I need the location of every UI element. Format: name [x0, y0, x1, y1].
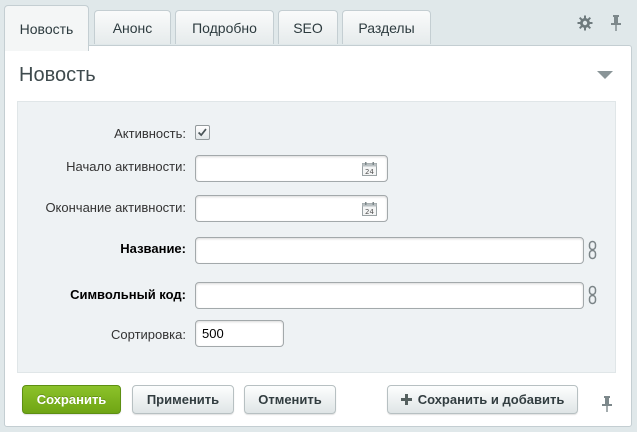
collapse-icon[interactable] — [596, 70, 614, 80]
plus-icon — [400, 394, 412, 405]
svg-text:24: 24 — [365, 208, 374, 216]
calendar-icon[interactable]: 24 — [362, 202, 377, 216]
link-icon[interactable] — [588, 240, 597, 260]
active-from-label: Начало активности: — [66, 159, 186, 174]
svg-text:24: 24 — [365, 168, 374, 176]
tab-label: Новость — [19, 20, 74, 37]
tab-details[interactable]: Подробно — [175, 10, 274, 44]
pin-icon[interactable] — [601, 395, 613, 413]
pin-icon[interactable] — [609, 14, 623, 32]
tab-sections[interactable]: Разделы — [342, 10, 431, 44]
section-title: Новость — [19, 64, 96, 86]
tab-label: SEO — [293, 19, 323, 36]
gear-icon[interactable] — [577, 15, 593, 31]
active-from-field[interactable] — [195, 155, 388, 182]
tab-seo[interactable]: SEO — [278, 10, 338, 44]
active-label: Активность: — [114, 126, 186, 141]
sort-label: Сортировка: — [111, 327, 186, 342]
code-label: Символьный код: — [70, 287, 186, 302]
tab-label: Анонс — [112, 19, 153, 36]
tab-label: Подробно — [192, 19, 257, 36]
name-field[interactable] — [195, 237, 584, 264]
active-to-field[interactable] — [195, 195, 388, 222]
active-checkbox[interactable] — [195, 125, 210, 140]
tab-label: Разделы — [358, 19, 415, 36]
name-label: Название: — [120, 241, 186, 256]
link-icon[interactable] — [588, 285, 597, 305]
cancel-button[interactable]: Отменить — [244, 385, 336, 414]
save-and-add-label: Сохранить и добавить — [417, 392, 565, 407]
apply-button[interactable]: Применить — [132, 385, 234, 414]
checkmark-icon — [197, 128, 207, 137]
form-area: Активность: Начало активности: 24 Оконча… — [17, 101, 616, 373]
edit-panel: Новость Активность: Начало активности: 2… — [4, 45, 632, 427]
code-field[interactable] — [195, 282, 584, 309]
tab-announce[interactable]: Анонс — [94, 10, 171, 44]
sort-field[interactable] — [195, 320, 284, 347]
active-to-label: Окончание активности: — [45, 200, 186, 215]
tab-news[interactable]: Новость — [4, 5, 89, 51]
calendar-icon[interactable]: 24 — [362, 162, 377, 176]
save-and-add-button[interactable]: Сохранить и добавить — [387, 385, 578, 414]
save-button[interactable]: Сохранить — [22, 385, 121, 414]
